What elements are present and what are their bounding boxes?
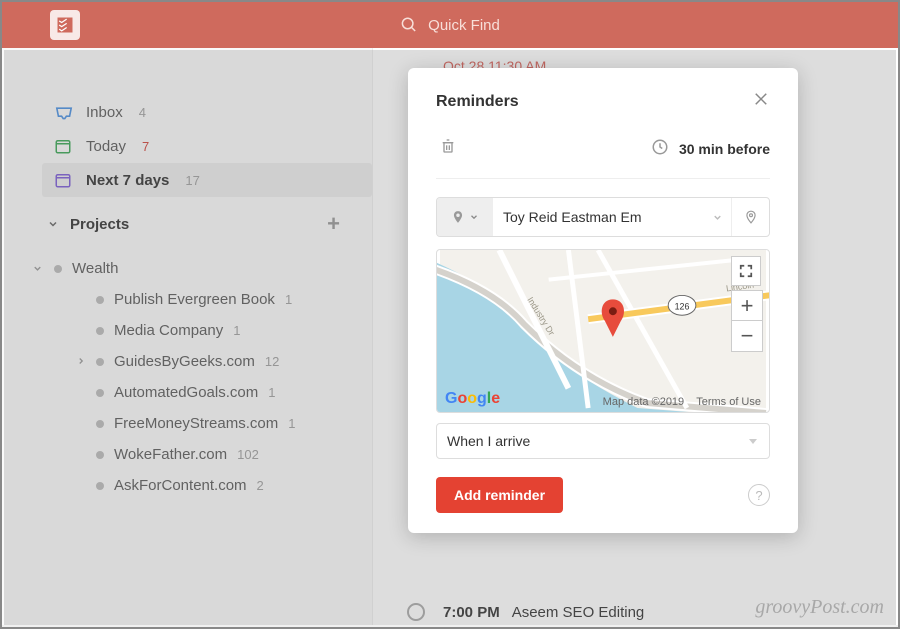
sidebar: Inbox 4 Today 7 Next 7 days 17 Projects … — [2, 48, 372, 625]
add-project-button[interactable]: + — [327, 211, 360, 237]
project-count: 1 — [288, 416, 295, 431]
svg-text:126: 126 — [675, 301, 690, 311]
nav-today[interactable]: Today 7 — [42, 129, 372, 163]
projects-header[interactable]: Projects + — [42, 197, 372, 243]
project-label: Publish Evergreen Book — [114, 291, 275, 308]
existing-reminder-label: 30 min before — [679, 141, 770, 157]
project-bullet-icon — [96, 358, 104, 366]
nav-next7days[interactable]: Next 7 days 17 — [42, 163, 372, 197]
project-count: 12 — [265, 354, 279, 369]
app-logo[interactable] — [50, 10, 80, 40]
project-item[interactable]: AutomatedGoals.com 1 — [42, 377, 372, 408]
project-tree: Wealth Publish Evergreen Book 1 Media Co… — [42, 243, 372, 501]
pin-outline-icon — [744, 209, 758, 225]
nav-today-count: 7 — [142, 139, 149, 154]
project-label: AutomatedGoals.com — [114, 384, 258, 401]
project-bullet-icon — [96, 451, 104, 459]
map-footer: Google Map data ©2019 Terms of Use — [445, 390, 761, 408]
project-item[interactable]: GuidesByGeeks.com 12 — [42, 346, 372, 377]
projects-header-label: Projects — [70, 216, 129, 233]
project-bullet-icon — [96, 420, 104, 428]
project-label: GuidesByGeeks.com — [114, 353, 255, 370]
inbox-icon — [54, 105, 74, 121]
project-count: 1 — [285, 292, 292, 307]
chevron-down-icon — [712, 212, 723, 223]
chevron-down-icon — [469, 212, 479, 222]
task-checkbox[interactable] — [407, 603, 425, 621]
project-item[interactable]: WokeFather.com 102 — [42, 439, 372, 470]
project-label: WokeFather.com — [114, 446, 227, 463]
project-label: Media Company — [114, 322, 223, 339]
project-label: FreeMoneyStreams.com — [114, 415, 278, 432]
project-item[interactable]: AskForContent.com 2 — [42, 470, 372, 501]
nav-next7days-count: 17 — [185, 173, 199, 188]
zoom-controls: + − — [731, 290, 763, 352]
pin-icon — [451, 209, 465, 225]
map-terms-link[interactable]: Terms of Use — [696, 396, 761, 408]
project-bullet-icon — [96, 327, 104, 335]
close-button[interactable] — [752, 90, 770, 113]
calendar-week-icon — [54, 171, 74, 189]
google-logo: Google — [445, 390, 500, 408]
zoom-in-button[interactable]: + — [732, 291, 762, 321]
chevron-down-icon — [30, 263, 44, 274]
close-icon — [752, 90, 770, 108]
todoist-logo-icon — [55, 15, 75, 35]
map-canvas: 126 Industry Dr Lincoln — [437, 250, 769, 412]
app-header: Quick Find — [2, 2, 898, 48]
project-item[interactable]: FreeMoneyStreams.com 1 — [42, 408, 372, 439]
chevron-right-icon — [76, 353, 86, 370]
location-dropdown-caret[interactable] — [703, 198, 731, 236]
nav-inbox[interactable]: Inbox 4 — [42, 96, 372, 129]
project-wealth[interactable]: Wealth — [42, 253, 372, 284]
location-input[interactable] — [493, 198, 703, 236]
delete-reminder-button[interactable] — [440, 137, 456, 160]
existing-reminder-row: 30 min before — [436, 125, 770, 179]
modal-title: Reminders — [436, 93, 519, 111]
location-input-row — [436, 197, 770, 237]
project-count: 2 — [257, 478, 264, 493]
project-item[interactable]: Media Company 1 — [42, 315, 372, 346]
calendar-today-icon — [54, 137, 74, 155]
project-wealth-label: Wealth — [72, 260, 118, 277]
project-bullet-icon — [54, 265, 62, 273]
fullscreen-icon — [739, 264, 753, 278]
project-count: 1 — [268, 385, 275, 400]
map-attribution: Map data ©2019 — [603, 396, 685, 408]
nav-inbox-count: 4 — [139, 105, 146, 120]
task-title: Aseem SEO Editing — [512, 604, 645, 621]
fullscreen-button[interactable] — [731, 256, 761, 286]
trigger-select-value: When I arrive — [447, 433, 530, 449]
chevron-down-icon — [46, 218, 60, 230]
trash-icon — [440, 137, 456, 155]
task-time: 7:00 PM — [443, 604, 500, 621]
task-row[interactable]: 7:00 PM Aseem SEO Editing — [407, 603, 644, 621]
project-count: 1 — [233, 323, 240, 338]
nav-today-label: Today — [86, 138, 126, 155]
project-count: 102 — [237, 447, 259, 462]
project-bullet-icon — [96, 296, 104, 304]
project-bullet-icon — [96, 389, 104, 397]
use-current-location-button[interactable] — [731, 198, 769, 236]
help-button[interactable]: ? — [748, 484, 770, 506]
modal-header: Reminders — [436, 90, 770, 125]
modal-footer: Add reminder ? — [436, 477, 770, 513]
reminder-type-dropdown[interactable] — [437, 198, 493, 236]
search-icon — [400, 16, 418, 34]
nav-next7days-label: Next 7 days — [86, 172, 169, 189]
watermark: groovyPost.com — [755, 596, 884, 619]
trigger-select[interactable]: When I arrive — [436, 423, 770, 459]
nav-inbox-label: Inbox — [86, 104, 123, 121]
add-reminder-button[interactable]: Add reminder — [436, 477, 563, 513]
quick-find[interactable]: Quick Find — [400, 16, 500, 34]
zoom-out-button[interactable]: − — [732, 321, 762, 351]
project-item[interactable]: Publish Evergreen Book 1 — [42, 284, 372, 315]
project-label: AskForContent.com — [114, 477, 247, 494]
map-preview[interactable]: 126 Industry Dr Lincoln + − Google Map — [436, 249, 770, 413]
quick-find-placeholder: Quick Find — [428, 17, 500, 34]
project-bullet-icon — [96, 482, 104, 490]
clock-icon — [651, 138, 669, 159]
reminders-modal: Reminders 30 min before — [408, 68, 798, 533]
map-controls: + − — [731, 256, 763, 352]
